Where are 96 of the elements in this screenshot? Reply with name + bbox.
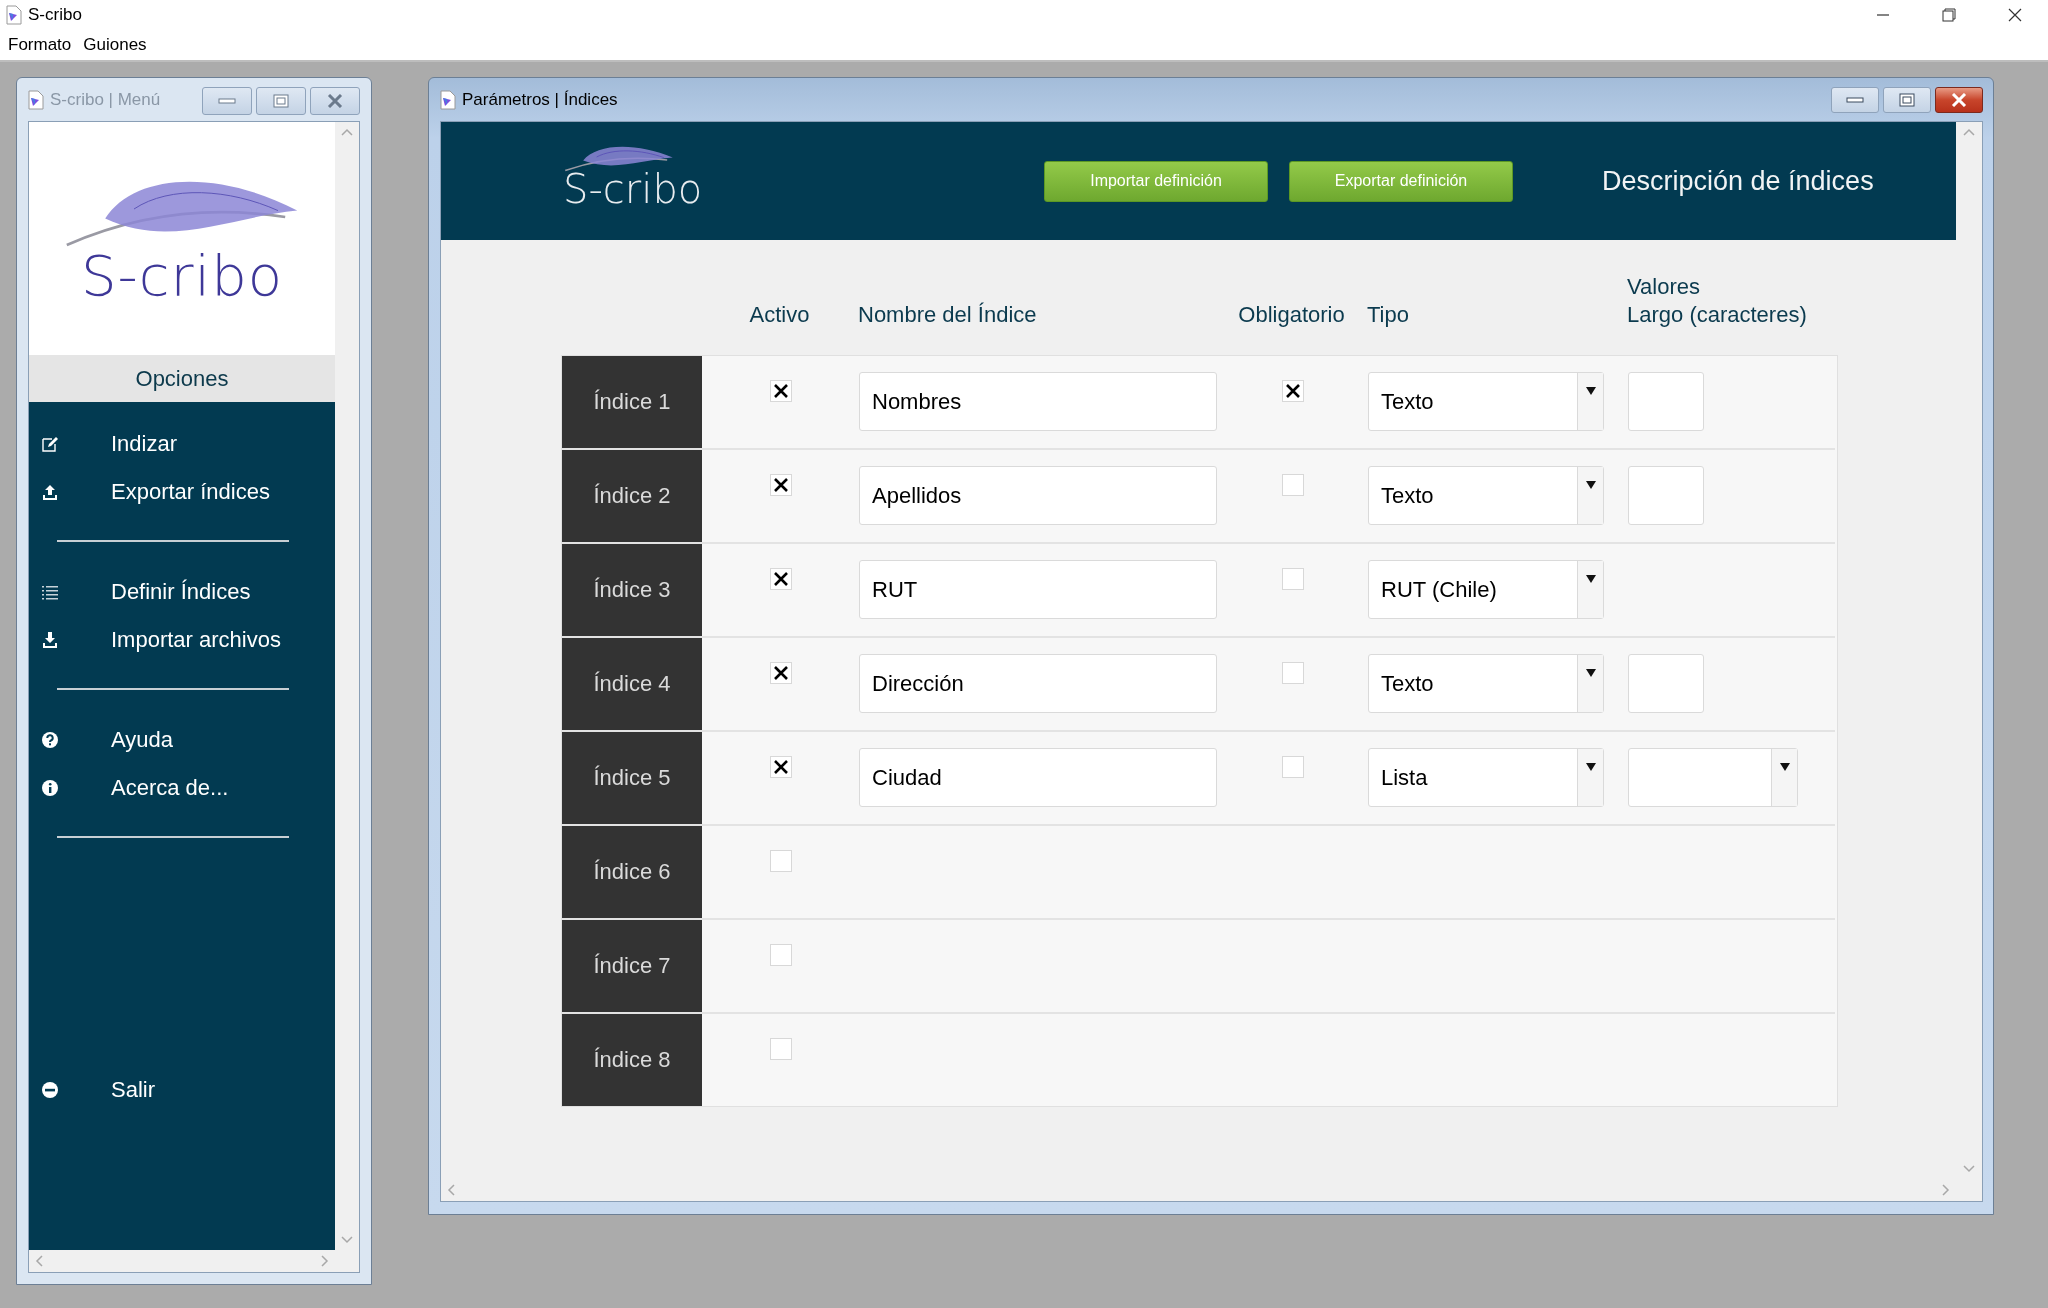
checkbox[interactable]	[1281, 662, 1304, 684]
page-heading: Descripción de índices	[1602, 165, 1874, 197]
caret-icon	[1585, 387, 1596, 395]
scroll-left-icon[interactable]	[447, 1184, 455, 1196]
column-header: Nombre del Índice	[858, 301, 1038, 329]
row-label: Índice 2	[562, 450, 702, 542]
row-label: Índice 4	[562, 638, 702, 730]
checkbox[interactable]	[769, 756, 792, 778]
menu-item[interactable]: Formato	[2, 35, 78, 55]
app-icon	[28, 89, 44, 110]
logo-text: S-cribo	[563, 166, 703, 212]
checkbox[interactable]	[769, 662, 792, 684]
text-field[interactable]: Nombres	[859, 372, 1217, 431]
scroll-right-icon[interactable]	[321, 1255, 329, 1267]
column-header: Valores Largo (caracteres)	[1627, 273, 1808, 329]
menu-item[interactable]: Acerca de...	[29, 764, 335, 812]
minimize-button[interactable]	[1831, 87, 1879, 113]
caret-icon	[1585, 481, 1596, 489]
section-header: Opciones	[29, 355, 335, 402]
caret-icon	[1779, 763, 1790, 771]
row-label: Índice 3	[562, 544, 702, 636]
app-icon	[6, 5, 22, 25]
row-label: Índice 6	[562, 826, 702, 918]
upload-icon	[41, 483, 59, 501]
window-title: S-cribo	[28, 5, 83, 25]
checkbox[interactable]	[769, 474, 792, 496]
dropdown[interactable]: Texto	[1368, 372, 1604, 431]
checkbox[interactable]	[1281, 474, 1304, 496]
app-icon	[440, 89, 456, 110]
row-label: Índice 7	[562, 920, 702, 1012]
minimize-button[interactable]	[202, 87, 252, 115]
dropdown[interactable]: Lista	[1368, 748, 1604, 807]
checkbox[interactable]	[1281, 568, 1304, 590]
close-icon	[327, 94, 343, 108]
minimize-icon	[218, 97, 236, 105]
minus-circle-icon	[41, 1081, 59, 1099]
logo-text: S-cribo	[81, 243, 283, 308]
edit-icon	[41, 435, 59, 453]
menu-item[interactable]: Exportar índices	[29, 468, 335, 516]
info-icon	[41, 779, 59, 797]
dropdown[interactable]	[1628, 748, 1798, 807]
caret-icon	[1585, 575, 1596, 583]
row-label: Índice 1	[562, 356, 702, 448]
caret-icon	[1585, 763, 1596, 771]
window-title: Parámetros | Índices	[462, 89, 619, 110]
dropdown[interactable]: Texto	[1368, 466, 1604, 525]
row-label: Índice 5	[562, 732, 702, 824]
scroll-right-icon[interactable]	[1942, 1184, 1950, 1196]
dropdown[interactable]: Texto	[1368, 654, 1604, 713]
menu-item[interactable]: Guiones	[77, 35, 153, 55]
text-field[interactable]: Dirección	[859, 654, 1217, 713]
x-mark-icon	[772, 759, 789, 775]
close-button[interactable]	[1935, 87, 1983, 113]
menu-item[interactable]: Ayuda	[29, 716, 335, 764]
checkbox[interactable]	[769, 380, 792, 402]
window-title: S-cribo | Menú	[50, 89, 162, 110]
x-mark-icon	[772, 477, 789, 493]
x-mark-icon	[772, 665, 789, 681]
minimize-icon	[1846, 96, 1864, 104]
input-field[interactable]	[1628, 372, 1704, 431]
x-mark-icon	[1284, 383, 1301, 399]
row-label: Índice 8	[562, 1014, 702, 1106]
menu-item[interactable]: Salir	[29, 1066, 335, 1114]
column-header: Obligatorio	[1238, 301, 1345, 329]
menu-item[interactable]: Indizar	[29, 420, 335, 468]
checkbox[interactable]	[1281, 756, 1304, 778]
checkbox[interactable]	[769, 944, 792, 966]
maximize-button[interactable]	[256, 87, 306, 115]
input-field[interactable]	[1628, 654, 1704, 713]
x-mark-icon	[772, 571, 789, 587]
checkbox[interactable]	[769, 568, 792, 590]
column-header: Activo	[749, 301, 810, 329]
menu-item[interactable]: Importar archivos	[29, 616, 335, 664]
dropdown[interactable]: RUT (Chile)	[1368, 560, 1604, 619]
scroll-up-icon[interactable]	[341, 128, 353, 136]
input-field[interactable]	[1628, 466, 1704, 525]
download-icon	[41, 631, 59, 649]
help-icon	[41, 731, 59, 749]
maximize-icon	[1899, 93, 1915, 107]
caret-icon	[1585, 669, 1596, 677]
scroll-left-icon[interactable]	[35, 1255, 43, 1267]
text-field[interactable]: Apellidos	[859, 466, 1217, 525]
maximize-icon	[273, 94, 289, 108]
checkbox[interactable]	[769, 1038, 792, 1060]
scroll-down-icon[interactable]	[341, 1236, 353, 1244]
text-field[interactable]: Ciudad	[859, 748, 1217, 807]
close-icon	[1951, 93, 1967, 107]
checkbox[interactable]	[769, 850, 792, 872]
menu-item[interactable]: Definir Índices	[29, 568, 335, 616]
column-header: Tipo	[1367, 301, 1410, 329]
list-icon	[41, 583, 59, 601]
x-mark-icon	[772, 383, 789, 399]
checkbox[interactable]	[1281, 380, 1304, 402]
text-field[interactable]: RUT	[859, 560, 1217, 619]
scroll-up-icon[interactable]	[1963, 128, 1975, 136]
scroll-down-icon[interactable]	[1963, 1165, 1975, 1173]
